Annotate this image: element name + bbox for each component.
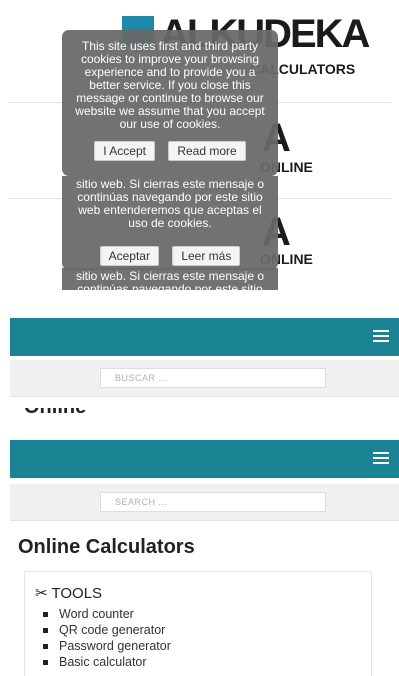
cookie-banner-partial: sitio web. Si cierras este mensaje o con…	[62, 268, 278, 290]
tools-list: Word counter QR code generator Password …	[43, 606, 171, 670]
cookie-message: sitio web. Si cierras este mensaje o con…	[75, 177, 265, 230]
tool-link-basic-calculator[interactable]: Basic calculator	[43, 654, 171, 670]
top-nav-bar	[10, 318, 399, 356]
scissors-icon: ✂	[35, 585, 48, 602]
hamburger-menu-icon[interactable]	[373, 330, 389, 342]
tool-link-word-counter[interactable]: Word counter	[43, 606, 171, 622]
top-nav-bar	[10, 440, 399, 478]
cookie-message: sitio web. Si cierras este mensaje o con…	[75, 269, 265, 291]
aceptar-button[interactable]: Aceptar	[99, 246, 159, 266]
tool-link-qr-code[interactable]: QR code generator	[43, 622, 171, 638]
tool-link-password[interactable]: Password generator	[43, 638, 171, 654]
cookie-banner-es: sitio web. Si cierras este mensaje o con…	[62, 176, 278, 270]
accept-cookies-button[interactable]: I Accept	[94, 141, 155, 161]
search-input[interactable]: BUSCAR ...	[100, 368, 326, 388]
read-more-button[interactable]: Read more	[168, 141, 246, 161]
search-band: BUSCAR ...	[10, 360, 399, 397]
page-title: Online Calculators	[18, 536, 195, 558]
tools-heading: ✂ TOOLS	[35, 585, 103, 602]
cookie-message: This site uses first and third party coo…	[75, 39, 265, 131]
search-input[interactable]: SEARCH ...	[100, 492, 326, 512]
search-band: SEARCH ...	[10, 484, 399, 521]
leer-mas-button[interactable]: Leer más	[172, 246, 241, 266]
cookie-banner-en: This site uses first and third party coo…	[62, 30, 278, 176]
tools-widget: ✂ TOOLS Word counter QR code generator P…	[24, 571, 372, 676]
hamburger-menu-icon[interactable]	[373, 452, 389, 464]
title-fragment: Online Calculators	[24, 408, 164, 416]
